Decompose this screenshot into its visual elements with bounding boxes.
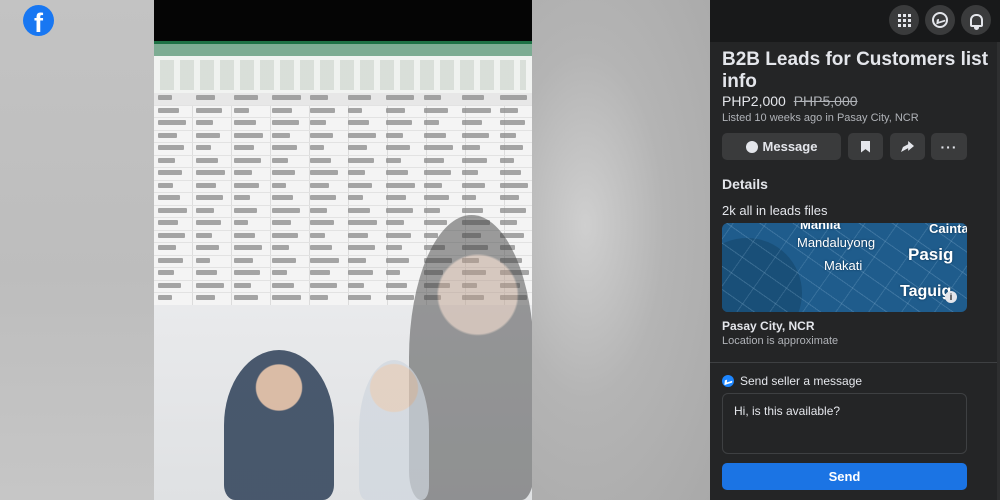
person-headset-image xyxy=(224,350,334,500)
spreadsheet-row-image xyxy=(154,105,532,118)
listing-photo-viewer: f xyxy=(0,0,710,500)
spreadsheet-row-image xyxy=(154,168,532,181)
photo-blur-backdrop-left xyxy=(0,0,154,500)
map-label-cainta: Cainta xyxy=(929,223,967,236)
map-label-makati: Makati xyxy=(824,258,863,273)
original-price: PHP5,000 xyxy=(793,93,858,109)
location-map[interactable]: Manila Mandaluyong Cainta Makati Pasig T… xyxy=(722,223,967,312)
details-heading: Details xyxy=(722,176,768,192)
send-seller-heading-text: Send seller a message xyxy=(740,374,863,388)
send-seller-heading: Send seller a message xyxy=(722,374,862,388)
save-button[interactable] xyxy=(848,133,883,160)
spreadsheet-row-image xyxy=(154,193,532,206)
spreadsheet-row-image xyxy=(154,118,532,131)
map-info-icon[interactable]: i xyxy=(945,291,957,303)
details-description: 2k all in leads files xyxy=(722,203,828,218)
map-label-manila: Manila xyxy=(800,223,841,232)
map-label-pasig: Pasig xyxy=(908,245,954,264)
share-icon xyxy=(901,141,914,152)
facebook-logo-letter: f xyxy=(34,8,43,36)
spreadsheet-ribbon-image xyxy=(154,41,532,93)
spreadsheet-row-image xyxy=(154,155,532,168)
listing-details-panel: B2B Leads for Customers list info PHP2,0… xyxy=(710,0,1000,500)
listing-title: B2B Leads for Customers list info xyxy=(722,49,989,92)
person-background-image xyxy=(359,360,429,500)
spreadsheet-row-image xyxy=(154,180,532,193)
listed-info: Listed 10 weeks ago in Pasay City, NCR xyxy=(722,112,919,124)
seller-message-input[interactable] xyxy=(722,393,967,454)
send-button[interactable]: Send xyxy=(722,463,967,490)
more-options-button[interactable]: ··· xyxy=(931,133,967,160)
notifications-button[interactable] xyxy=(961,5,991,35)
messenger-icon xyxy=(932,12,948,28)
section-divider xyxy=(710,362,1000,363)
listing-photo xyxy=(154,0,532,500)
notifications-bell-icon xyxy=(969,13,983,30)
bookmark-icon xyxy=(861,140,870,153)
photo-blur-backdrop-right xyxy=(532,0,710,500)
messenger-chat-icon xyxy=(745,140,758,153)
spreadsheet-row-image xyxy=(154,93,532,106)
listing-price: PHP2,000 xyxy=(722,93,786,109)
menu-button[interactable] xyxy=(889,5,919,35)
facebook-logo[interactable]: f xyxy=(23,5,54,36)
top-navigation-bar xyxy=(710,0,1000,42)
spreadsheet-row-image xyxy=(154,143,532,156)
share-button[interactable] xyxy=(890,133,925,160)
photo-top-bar xyxy=(154,0,532,41)
message-button-label: Message xyxy=(762,139,818,154)
message-button[interactable]: Message xyxy=(722,133,841,160)
more-dots-icon: ··· xyxy=(940,138,958,155)
spreadsheet-row-image xyxy=(154,130,532,143)
menu-grid-icon xyxy=(897,13,911,27)
location-note: Location is approximate xyxy=(722,335,839,347)
price-row: PHP2,000 PHP5,000 xyxy=(722,93,858,109)
messenger-icon xyxy=(722,375,734,387)
location-name: Pasay City, NCR xyxy=(722,319,815,333)
messenger-button[interactable] xyxy=(925,5,955,35)
map-label-taguig: Taguig xyxy=(900,283,952,300)
map-label-mandaluyong: Mandaluyong xyxy=(797,235,876,250)
